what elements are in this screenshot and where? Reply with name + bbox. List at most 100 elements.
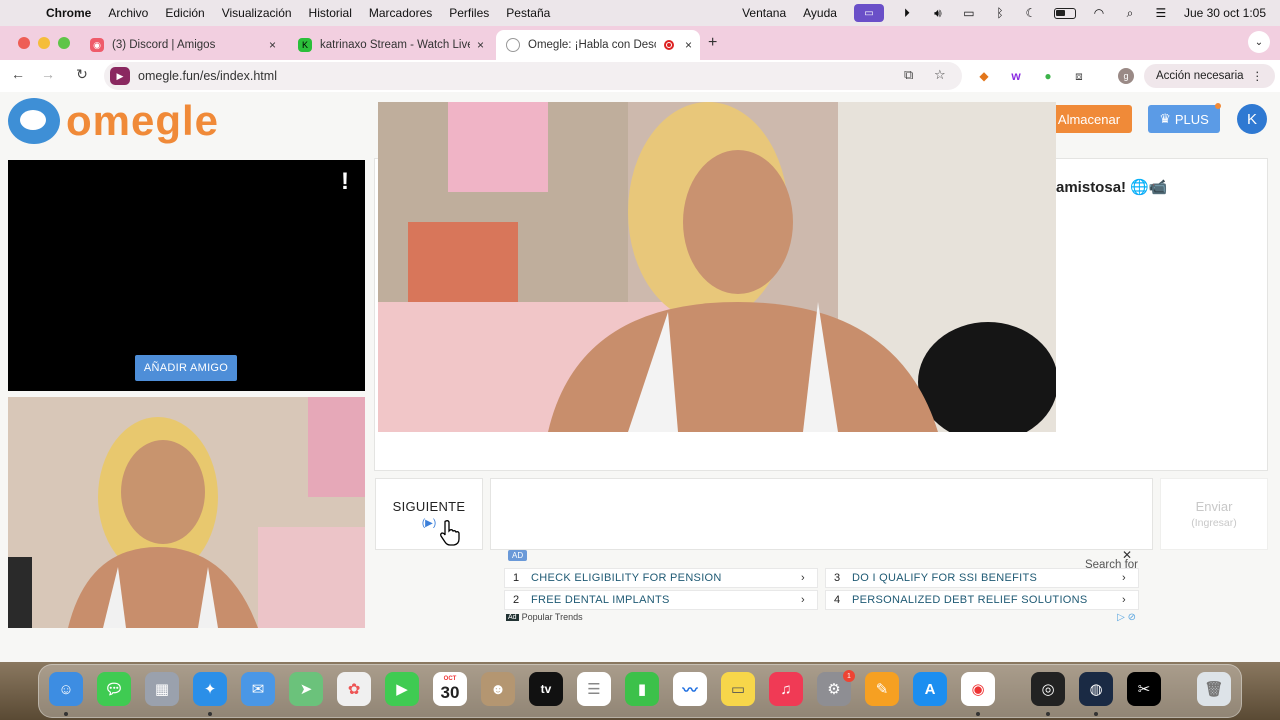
address-bar[interactable]: ▶ omegle.fun/es/index.html ⧉ ☆ [104, 62, 962, 90]
play-circle-icon[interactable]: ⏵ [899, 6, 915, 20]
bluetooth-icon[interactable]: ᛒ [992, 6, 1008, 20]
numbers-icon[interactable]: ▮ [625, 672, 659, 706]
ad-link-text: Free Dental Implants [531, 594, 670, 606]
menu-perfiles[interactable]: Perfiles [449, 6, 489, 20]
notes-icon[interactable]: ▭ [721, 672, 755, 706]
battery-icon[interactable] [1053, 7, 1076, 19]
crown-icon: ♛ [1159, 111, 1171, 126]
add-friend-button[interactable]: AÑADIR AMIGO [135, 355, 237, 381]
next-button[interactable]: SIGUIENTE (▶) [375, 478, 483, 550]
ad-link[interactable]: 2 Free Dental Implants › [504, 590, 818, 610]
reminders-icon[interactable]: ☰ [577, 672, 611, 706]
photos-icon[interactable]: ✿ [337, 672, 371, 706]
site-camera-icon[interactable]: ▶ [110, 67, 130, 85]
discord-favicon-icon: ◉ [90, 38, 104, 52]
store-button[interactable]: Almacenar [1046, 105, 1132, 133]
install-app-icon[interactable]: ⧉ [904, 67, 913, 83]
ad-link[interactable]: 1 Check eligibility for pension › [504, 568, 818, 588]
omegle-logo[interactable]: omegle [8, 98, 219, 144]
menu-historial[interactable]: Historial [309, 6, 352, 20]
stream-video-frame [378, 102, 1056, 432]
adchoices-icon[interactable]: Ad [506, 613, 519, 621]
messages-icon[interactable]: 💬︎ [97, 672, 131, 706]
menu-pestana[interactable]: Pestaña [506, 6, 550, 20]
close-tab-icon[interactable]: × [269, 38, 276, 52]
minimize-window-icon[interactable] [38, 37, 50, 49]
report-button[interactable]: ! [341, 168, 349, 196]
play-icon: (▶) [421, 518, 437, 529]
calendar-month: OCT [443, 675, 457, 682]
running-indicator [976, 712, 980, 716]
back-arrow-icon[interactable]: ← [8, 66, 28, 82]
screen-share-icon[interactable]: ▭ [853, 4, 884, 22]
apple-tv-icon[interactable]: tv [529, 672, 563, 706]
w-extension-icon[interactable]: w [1008, 68, 1024, 84]
ad-badge: AD [508, 550, 528, 561]
url-text[interactable]: omegle.fun/es/index.html [138, 69, 277, 83]
close-window-icon[interactable] [18, 37, 30, 49]
steam-icon[interactable]: ◍ [1079, 672, 1113, 706]
wifi-icon[interactable]: ◠ [1091, 6, 1107, 20]
maps-icon[interactable]: ➤ [289, 672, 323, 706]
pages-icon[interactable]: ✎ [865, 672, 899, 706]
menubar-clock[interactable]: Jue 30 oct 1:05 [1184, 6, 1266, 20]
forward-arrow-icon[interactable]: → [38, 66, 58, 82]
profile-avatar[interactable]: g [1118, 68, 1134, 84]
control-center-icon[interactable]: ☰ [1153, 6, 1169, 20]
menu-app-chrome[interactable]: Chrome [46, 6, 91, 20]
contacts-icon[interactable]: ☻ [481, 672, 515, 706]
next-label: SIGUIENTE [392, 499, 466, 514]
moon-icon[interactable]: ☾ [1023, 6, 1039, 20]
kebab-menu-icon: ⋮ [1251, 71, 1264, 83]
obs-icon[interactable]: ◎ [1031, 672, 1065, 706]
finder-icon[interactable]: ☺ [49, 672, 83, 706]
spotlight-search-icon[interactable]: ⌕ [1122, 6, 1138, 20]
trash-icon[interactable]: 🗑︎ [1197, 672, 1231, 706]
music-icon[interactable]: ♫ [769, 672, 803, 706]
plus-button[interactable]: ♛ PLUS [1148, 103, 1221, 133]
menu-archivo[interactable]: Archivo [108, 6, 148, 20]
chevron-right-icon: › [801, 572, 805, 584]
reload-icon[interactable]: ↻ [72, 66, 92, 83]
menu-ventana[interactable]: Ventana [742, 6, 786, 20]
safari-icon[interactable]: ✦ [193, 672, 227, 706]
send-button[interactable]: Enviar (Ingresar) [1160, 478, 1268, 550]
facetime-icon[interactable]: ▶ [385, 672, 419, 706]
menu-edicion[interactable]: Edición [165, 6, 204, 20]
app-store-icon[interactable]: A [913, 672, 947, 706]
ad-link-number: 2 [512, 594, 520, 606]
volume-icon[interactable]: 🔊︎ [930, 6, 946, 20]
metamask-extension-icon[interactable]: ◆ [976, 68, 992, 84]
chrome-icon[interactable]: ◉ [961, 672, 995, 706]
tab-title: Omegle: ¡Habla con Desconocidos! [528, 39, 656, 51]
user-avatar[interactable]: K [1237, 104, 1267, 134]
adinfo-icon[interactable]: ▷ ⊘ [1117, 612, 1136, 623]
message-input[interactable] [490, 478, 1153, 550]
menu-visualizacion[interactable]: Visualización [222, 6, 292, 20]
action-needed-button[interactable]: Acción necesaria ⋮ [1144, 64, 1276, 88]
menu-ayuda[interactable]: Ayuda [803, 6, 837, 20]
new-tab-button[interactable]: + [708, 34, 717, 52]
freeform-icon[interactable]: 〰 [673, 672, 707, 706]
launchpad-icon[interactable]: ▦ [145, 672, 179, 706]
close-tab-icon[interactable]: × [685, 38, 692, 52]
running-indicator [1094, 712, 1098, 716]
ad-link[interactable]: 3 Do I qualify for SSI benefits › [825, 568, 1139, 588]
hand-cursor-icon [440, 520, 460, 546]
close-tab-icon[interactable]: × [477, 38, 484, 52]
ad-link[interactable]: 4 Personalized debt relief solutions › [825, 590, 1139, 610]
chat-extension-icon[interactable]: ● [1040, 68, 1056, 84]
mail-icon[interactable]: ✉ [241, 672, 275, 706]
zoom-window-icon[interactable] [58, 37, 70, 49]
display-icon[interactable]: ▭ [961, 6, 977, 20]
extensions-puzzle-icon[interactable]: ⧈ [1071, 68, 1087, 84]
tab-search-chevron-icon[interactable]: ⌄ [1248, 31, 1270, 53]
tab-discord[interactable]: ◉ (3) Discord | Amigos × [80, 30, 284, 60]
tab-kick-stream[interactable]: K katrinaxo Stream - Watch Live × [288, 30, 492, 60]
capcut-icon[interactable]: ✂ [1127, 672, 1161, 706]
calendar-icon[interactable]: OCT 30 [433, 672, 467, 706]
tab-omegle[interactable]: Omegle: ¡Habla con Desconocidos! × [496, 30, 700, 60]
menu-marcadores[interactable]: Marcadores [369, 6, 432, 20]
bookmark-star-icon[interactable]: ☆ [934, 67, 946, 83]
logo-text: omegle [66, 97, 220, 144]
